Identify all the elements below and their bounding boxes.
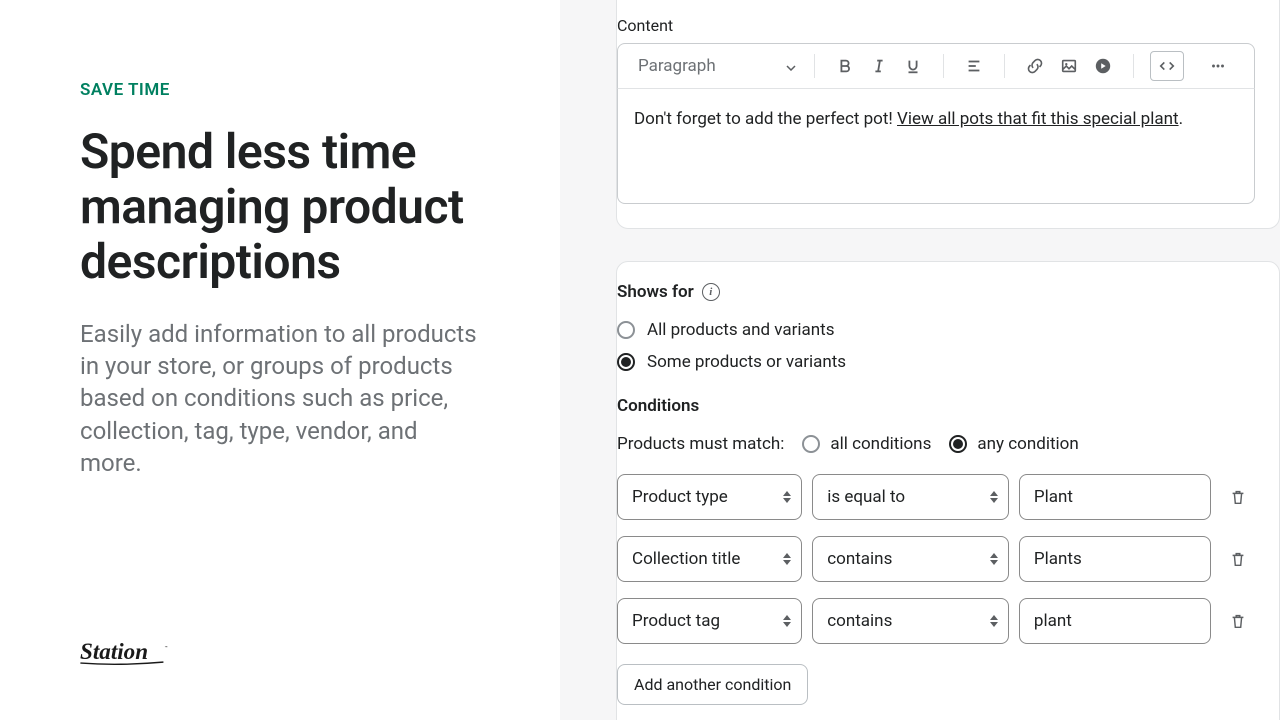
select-stepper-icon (990, 491, 998, 503)
condition-row: Product tag contains plant (617, 598, 1255, 644)
more-button[interactable] (1204, 52, 1232, 80)
condition-field-select[interactable]: Product type (617, 474, 802, 520)
match-label: Products must match: (617, 434, 784, 454)
italic-button[interactable] (865, 52, 893, 80)
underline-button[interactable] (899, 52, 927, 80)
select-stepper-icon (783, 615, 791, 627)
radio-some-products-label: Some products or variants (647, 352, 846, 372)
bold-button[interactable] (831, 52, 859, 80)
image-button[interactable] (1055, 52, 1083, 80)
editor-text-pre: Don't forget to add the perfect pot! (634, 109, 897, 129)
condition-operator-value: contains (827, 611, 892, 631)
station-logo: Station ™ (80, 639, 186, 672)
condition-field-select[interactable]: Product tag (617, 598, 802, 644)
delete-condition-button[interactable] (1221, 599, 1255, 643)
condition-value-input[interactable]: plant (1019, 598, 1211, 644)
condition-operator-select[interactable]: contains (812, 598, 1009, 644)
editor-text-post: . (1179, 109, 1183, 129)
radio-all-products-label: All products and variants (647, 320, 834, 340)
radio-all-products[interactable] (617, 321, 635, 339)
content-label: Content (617, 4, 1255, 43)
trash-icon (1229, 612, 1247, 630)
chevron-down-icon (786, 56, 796, 76)
select-stepper-icon (990, 553, 998, 565)
condition-value-input[interactable]: Plants (1019, 536, 1211, 582)
condition-field-select[interactable]: Collection title (617, 536, 802, 582)
condition-value-input[interactable]: Plant (1019, 474, 1211, 520)
info-icon[interactable]: i (702, 283, 720, 301)
toolbar-divider (943, 54, 944, 78)
condition-operator-value: is equal to (827, 487, 905, 507)
svg-text:Station: Station (80, 639, 148, 665)
video-button[interactable] (1089, 52, 1117, 80)
select-stepper-icon (783, 491, 791, 503)
paragraph-select-label: Paragraph (638, 56, 716, 76)
condition-field-value: Product type (632, 487, 728, 507)
toolbar-divider (1004, 54, 1005, 78)
add-condition-button[interactable]: Add another condition (617, 664, 808, 705)
link-button[interactable] (1021, 52, 1049, 80)
subcopy: Easily add information to all products i… (80, 318, 480, 480)
toolbar-divider (814, 54, 815, 78)
delete-condition-button[interactable] (1221, 537, 1255, 581)
radio-some-products[interactable] (617, 353, 635, 371)
radio-match-any-label: any condition (977, 434, 1078, 454)
select-stepper-icon (783, 553, 791, 565)
headline: Spend less time managing product descrip… (80, 124, 480, 290)
condition-operator-select[interactable]: contains (812, 536, 1009, 582)
condition-operator-select[interactable]: is equal to (812, 474, 1009, 520)
svg-text:™: ™ (165, 646, 168, 652)
trash-icon (1229, 488, 1247, 506)
condition-row: Product type is equal to Plant (617, 474, 1255, 520)
radio-match-all-label: all conditions (830, 434, 931, 454)
select-stepper-icon (990, 615, 998, 627)
condition-field-value: Product tag (632, 611, 720, 631)
condition-field-value: Collection title (632, 549, 740, 569)
shows-for-label: Shows for (617, 282, 694, 302)
condition-operator-value: contains (827, 549, 892, 569)
align-button[interactable] (960, 52, 988, 80)
conditions-label: Conditions (617, 396, 1255, 416)
radio-match-any[interactable] (949, 435, 967, 453)
delete-condition-button[interactable] (1221, 475, 1255, 519)
radio-match-all[interactable] (802, 435, 820, 453)
editor-body[interactable]: Don't forget to add the perfect pot! Vie… (617, 88, 1255, 204)
toolbar-divider (1133, 54, 1134, 78)
editor-toolbar: Paragraph (617, 43, 1255, 88)
editor-inline-link[interactable]: View all pots that fit this special plan… (897, 109, 1179, 129)
paragraph-select[interactable]: Paragraph (628, 50, 806, 82)
condition-row: Collection title contains Plants (617, 536, 1255, 582)
trash-icon (1229, 550, 1247, 568)
eyebrow-label: SAVE TIME (80, 80, 480, 100)
code-button[interactable] (1150, 51, 1184, 81)
